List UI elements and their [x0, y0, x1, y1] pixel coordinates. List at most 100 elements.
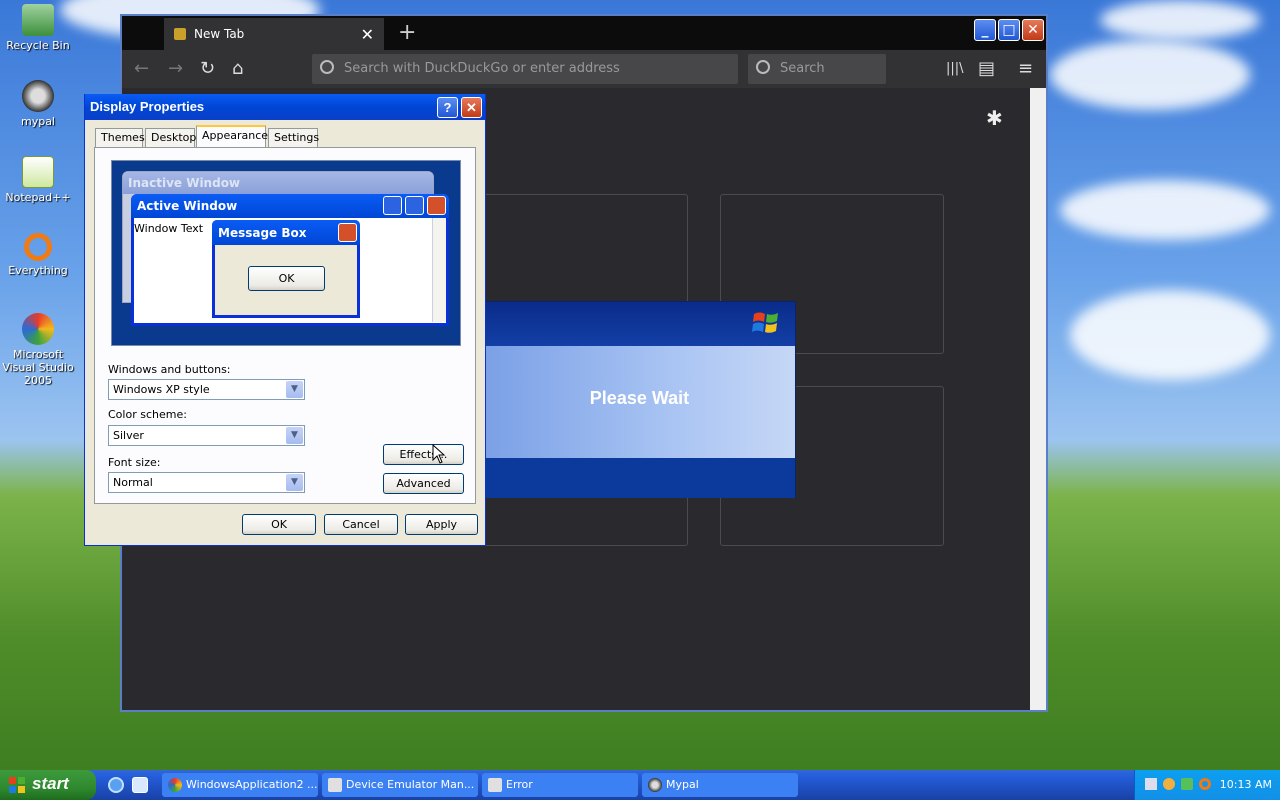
taskbar-item-mypal[interactable]: Mypal	[642, 773, 798, 797]
please-wait-footer	[484, 458, 795, 498]
preview-scrollbar	[432, 218, 446, 322]
tab-title: New Tab	[194, 27, 245, 41]
tab-desktop[interactable]: Desktop	[145, 128, 196, 147]
magnifier-icon	[24, 233, 52, 261]
desktop-icon-label: Notepad++	[5, 191, 71, 204]
dialog-titlebar[interactable]: Display Properties ? ✕	[85, 94, 485, 120]
taskbar: start WindowsApplication2 ... Device Emu…	[0, 770, 1280, 800]
new-tab-button[interactable]: +	[398, 20, 416, 45]
appearance-preview: Inactive Window Active Window Window Tex…	[111, 160, 461, 346]
preview-active-titlebar: Active Window	[131, 194, 449, 218]
chevron-down-icon: ▼	[286, 427, 303, 444]
vertical-scrollbar[interactable]	[1030, 88, 1046, 710]
desktop-icon-mypal[interactable]: mypal	[0, 80, 76, 128]
clock: 10:13 AM	[1219, 778, 1272, 791]
tab-themes[interactable]: Themes	[95, 128, 145, 147]
taskbar-item-label: Device Emulator Man...	[346, 778, 475, 791]
effects-button[interactable]: Effects...	[383, 444, 464, 465]
visual-studio-icon	[22, 313, 54, 345]
tab-new-tab[interactable]: New Tab ✕	[164, 18, 384, 50]
raccoon-icon	[648, 778, 662, 792]
preview-inactive-titlebar: Inactive Window	[123, 172, 433, 194]
tray-icon[interactable]	[1199, 778, 1211, 790]
taskbar-item-error[interactable]: Error	[482, 773, 638, 797]
app-icon	[488, 778, 502, 792]
maximize-button[interactable]: □	[998, 19, 1020, 41]
tray-icon[interactable]	[1181, 778, 1193, 790]
start-button[interactable]: start	[0, 770, 96, 800]
reload-icon[interactable]: ↻	[200, 58, 215, 79]
please-wait-text: Please Wait	[484, 346, 795, 458]
desktop-icon-recycle-bin[interactable]: Recycle Bin	[0, 4, 76, 52]
mouse-cursor-icon	[432, 444, 446, 464]
menu-icon[interactable]: ≡	[1018, 58, 1033, 79]
apply-button[interactable]: Apply	[405, 514, 478, 535]
chevron-down-icon: ▼	[286, 381, 303, 398]
back-icon[interactable]: ←	[134, 58, 149, 79]
tab-bar: New Tab ✕ + _ □ ✕	[122, 16, 1046, 50]
library-icon[interactable]: |||\	[946, 61, 964, 76]
desktop-icon-visual-studio[interactable]: Microsoft Visual Studio 2005	[0, 313, 78, 387]
window-controls: _ □ ✕	[972, 19, 1044, 41]
forward-icon[interactable]: →	[168, 58, 183, 79]
preview-close-icon	[427, 196, 446, 215]
taskbar-item-device-emulator[interactable]: Device Emulator Man...	[322, 773, 478, 797]
display-properties-dialog: Display Properties ? ✕ Themes Desktop Ap…	[84, 94, 486, 546]
preview-ok-button: OK	[248, 266, 325, 291]
app-icon	[328, 778, 342, 792]
tab-appearance[interactable]: Appearance	[196, 125, 268, 147]
gear-icon[interactable]: ✱	[986, 106, 1003, 130]
taskbar-item-label: Mypal	[666, 778, 699, 791]
address-placeholder: Search with DuckDuckGo or enter address	[344, 61, 620, 76]
preview-message-box: Message Box OK	[212, 220, 360, 318]
cloud	[1070, 290, 1270, 380]
windows-logo-icon	[752, 312, 778, 333]
recycle-bin-icon	[22, 4, 54, 36]
dialog-title: Display Properties	[90, 99, 205, 114]
preview-message-titlebar: Message Box	[212, 220, 360, 245]
explorer-quicklaunch-icon[interactable]	[132, 777, 148, 793]
desktop-icon-label: Microsoft Visual Studio 2005	[2, 348, 74, 387]
tray-icon[interactable]	[1163, 778, 1175, 790]
windows-logo-icon	[9, 777, 25, 793]
advanced-button[interactable]: Advanced	[383, 473, 464, 494]
chevron-down-icon: ▼	[286, 474, 303, 491]
address-bar[interactable]: Search with DuckDuckGo or enter address	[312, 54, 738, 84]
windows-buttons-select[interactable]: Windows XP style ▼	[108, 379, 305, 400]
desktop-icon-label: Everything	[8, 264, 68, 277]
tray-icon[interactable]	[1145, 778, 1157, 790]
preview-inactive-title: Inactive Window	[128, 176, 241, 190]
please-wait-dialog: Please Wait	[483, 301, 796, 498]
help-button[interactable]: ?	[437, 97, 458, 118]
font-size-select[interactable]: Normal ▼	[108, 472, 305, 493]
desktop-icon-notepadpp[interactable]: Notepad++	[0, 156, 76, 204]
color-scheme-select[interactable]: Silver ▼	[108, 425, 305, 446]
tab-settings[interactable]: Settings	[268, 128, 319, 147]
desktop-icon-everything[interactable]: Everything	[0, 233, 76, 277]
system-tray: 10:13 AM	[1134, 770, 1280, 800]
home-icon[interactable]: ⌂	[232, 58, 243, 79]
preview-maximize-icon	[405, 196, 424, 215]
preview-active-window: Active Window Window Text Message Box OK	[131, 194, 449, 326]
color-scheme-value: Silver	[113, 429, 144, 442]
close-tab-icon[interactable]: ✕	[361, 25, 374, 44]
taskbar-item-windowsapplication2[interactable]: WindowsApplication2 ...	[162, 773, 318, 797]
close-button[interactable]: ✕	[1022, 19, 1044, 41]
sidebar-icon[interactable]: ▤	[978, 58, 995, 79]
nav-bar: ← → ↻ ⌂ Search with DuckDuckGo or enter …	[122, 50, 1046, 88]
windows-buttons-label: Windows and buttons:	[108, 363, 231, 376]
desktop-icon-label: mypal	[20, 115, 55, 128]
taskbar-item-label: Error	[506, 778, 533, 791]
preview-active-title: Active Window	[137, 199, 238, 213]
ie-quicklaunch-icon[interactable]	[108, 777, 124, 793]
font-size-label: Font size:	[108, 456, 161, 469]
search-bar[interactable]: Search	[748, 54, 886, 84]
cloud	[1060, 180, 1270, 240]
cloud	[1050, 40, 1250, 110]
raccoon-icon	[22, 80, 54, 112]
cancel-button[interactable]: Cancel	[324, 514, 398, 535]
ok-button[interactable]: OK	[242, 514, 316, 535]
minimize-button[interactable]: _	[974, 19, 996, 41]
font-size-value: Normal	[113, 476, 153, 489]
close-button[interactable]: ✕	[461, 97, 482, 118]
